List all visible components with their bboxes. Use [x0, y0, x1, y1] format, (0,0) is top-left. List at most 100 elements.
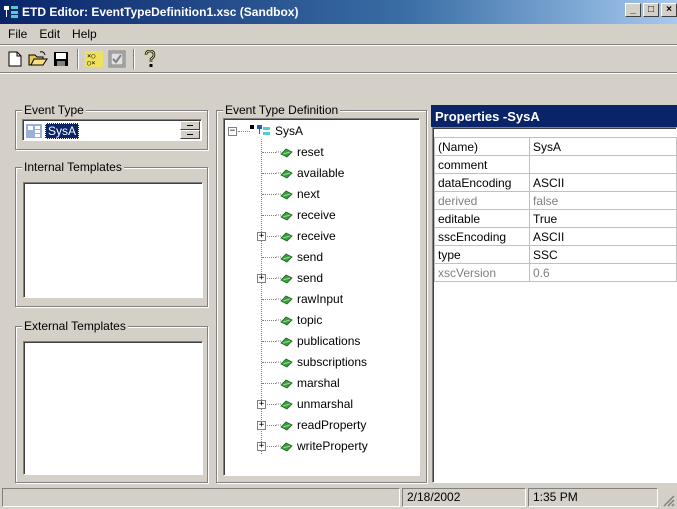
app-tree-icon	[4, 5, 18, 19]
green-leaf-icon	[276, 148, 293, 158]
tree-node[interactable]: receive	[276, 226, 336, 246]
property-key: comment	[434, 155, 530, 174]
tree-connector	[262, 383, 276, 384]
spin-down-button[interactable]	[180, 130, 200, 139]
property-value[interactable]: True	[529, 209, 677, 228]
tree-node[interactable]: unmarshal	[276, 394, 353, 414]
tree-node[interactable]: send	[276, 247, 323, 267]
validate-button[interactable]	[106, 48, 128, 70]
tree-node-label: unmarshal	[297, 397, 354, 411]
tree-connector	[262, 299, 276, 300]
window-controls: _ □ ×	[625, 3, 677, 17]
property-key: dataEncoding	[434, 173, 530, 192]
toolbar: ×○ ○×	[0, 46, 677, 72]
property-value[interactable]: SysA	[529, 137, 677, 156]
tree-node-label: next	[297, 187, 320, 201]
grid-icon: ×○ ○×	[85, 51, 103, 67]
property-key: derived	[434, 191, 530, 210]
spin-up-button[interactable]	[180, 121, 200, 130]
tree-node[interactable]: next	[276, 184, 320, 204]
checkbox-icon	[108, 50, 126, 68]
tree-node[interactable]: receive	[276, 205, 336, 225]
tree-node[interactable]: send	[276, 268, 323, 288]
tree-node-label: reset	[297, 145, 324, 159]
menu-edit[interactable]: Edit	[33, 27, 66, 41]
tree-node[interactable]: writeProperty	[276, 436, 368, 456]
tree-node[interactable]: publications	[276, 331, 360, 351]
property-key: editable	[434, 209, 530, 228]
tree-node-label: send	[297, 250, 324, 264]
help-question-icon	[144, 50, 156, 67]
grid-button[interactable]: ×○ ○×	[83, 48, 105, 70]
toolbar-separator	[133, 49, 135, 69]
property-key: (Name)	[434, 137, 530, 156]
property-key: xscVersion	[434, 263, 530, 282]
green-leaf-icon	[276, 316, 293, 326]
green-leaf-icon	[276, 421, 293, 431]
property-row[interactable]: xscVersion 0.6	[434, 263, 677, 282]
property-value: 0.6	[529, 263, 677, 282]
tree-node[interactable]: available	[276, 163, 344, 183]
tree-node-label: writeProperty	[297, 439, 368, 453]
title-bar: ETD Editor: EventTypeDefinition1.xsc (Sa…	[0, 0, 677, 24]
property-row[interactable]: comment	[434, 155, 677, 174]
green-leaf-icon	[276, 253, 293, 263]
tree-expand-toggle[interactable]: +	[257, 232, 266, 241]
tree-connector	[262, 320, 276, 321]
external-templates-label: External Templates	[22, 319, 128, 333]
tree-expand-toggle[interactable]: +	[257, 400, 266, 409]
tree-node[interactable]: topic	[276, 310, 322, 330]
resize-grip-icon[interactable]	[661, 493, 675, 507]
property-row[interactable]: type SSC	[434, 245, 677, 264]
tree-expand-toggle[interactable]: +	[257, 274, 266, 283]
tree-node-label: receive	[297, 229, 336, 243]
maximize-button[interactable]: □	[643, 3, 659, 17]
tree-node[interactable]: rawInput	[276, 289, 343, 309]
external-templates-list[interactable]	[23, 341, 203, 475]
menu-bar: File Edit Help	[0, 24, 677, 44]
status-date: 2/18/2002	[402, 488, 526, 507]
save-button[interactable]	[50, 48, 72, 70]
green-leaf-icon	[276, 379, 293, 389]
green-leaf-icon	[276, 169, 293, 179]
tree-node[interactable]: subscriptions	[276, 352, 367, 372]
open-button[interactable]	[27, 48, 49, 70]
tree-connector	[262, 194, 276, 195]
green-leaf-icon	[276, 274, 293, 284]
property-row[interactable]: dataEncoding ASCII	[434, 173, 677, 192]
properties-table: (Name) SysA comment dataEncoding ASCII derive…	[434, 137, 677, 282]
etd-tree[interactable]: − SysA reset available next receive + receive…	[223, 118, 420, 476]
root-collapse-toggle[interactable]: −	[228, 127, 237, 136]
property-value[interactable]	[529, 155, 677, 174]
green-leaf-icon	[276, 442, 293, 452]
property-row[interactable]: (Name) SysA	[434, 137, 677, 156]
status-bar: 2/18/2002 1:35 PM	[0, 486, 677, 509]
status-message	[2, 488, 400, 507]
tree-node-label: receive	[297, 208, 336, 222]
property-row[interactable]: derived false	[434, 191, 677, 210]
property-value[interactable]: SSC	[529, 245, 677, 264]
tree-connector	[267, 425, 276, 426]
menu-help[interactable]: Help	[66, 27, 103, 41]
menu-file[interactable]: File	[2, 27, 33, 41]
property-value[interactable]: ASCII	[529, 173, 677, 192]
minimize-button[interactable]: _	[625, 3, 641, 17]
property-row[interactable]: sscEncoding ASCII	[434, 227, 677, 246]
tree-node[interactable]: reset	[276, 142, 324, 162]
help-button[interactable]	[139, 48, 161, 70]
tree-node[interactable]: marshal	[276, 373, 340, 393]
property-value[interactable]: ASCII	[529, 227, 677, 246]
tree-node-label: readProperty	[297, 418, 367, 432]
property-row[interactable]: editable True	[434, 209, 677, 228]
tree-expand-toggle[interactable]: +	[257, 421, 266, 430]
new-file-button[interactable]	[4, 48, 26, 70]
tree-node[interactable]: readProperty	[276, 415, 366, 435]
svg-text:○×: ○×	[87, 59, 95, 67]
close-button[interactable]: ×	[661, 3, 677, 17]
tree-root-node[interactable]: SysA	[250, 121, 303, 141]
event-type-spinner[interactable]	[180, 121, 200, 139]
tree-expand-toggle[interactable]: +	[257, 442, 266, 451]
internal-templates-list[interactable]	[23, 182, 203, 298]
event-type-select[interactable]: SysA	[22, 119, 202, 141]
property-key: sscEncoding	[434, 227, 530, 246]
